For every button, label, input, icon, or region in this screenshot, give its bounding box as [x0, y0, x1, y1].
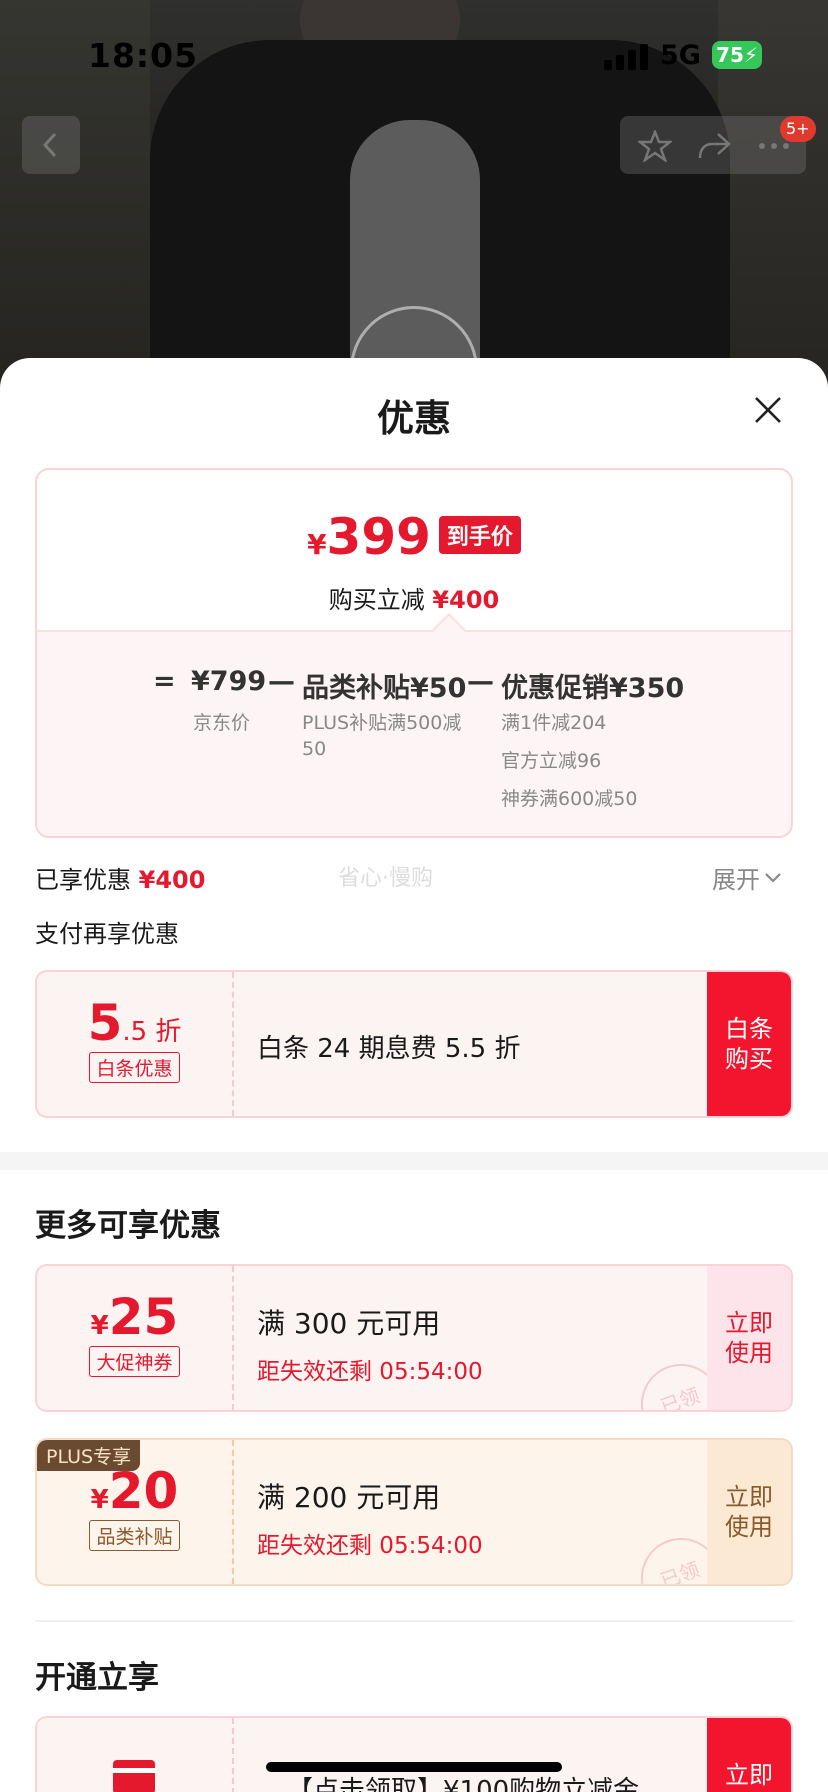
- instant-cut-label: 购买立减: [328, 586, 425, 614]
- open-benefits-title: 开通立享: [35, 1660, 159, 1696]
- instant-cut-amount: ¥400: [432, 586, 500, 614]
- baitiao-action-line1: 白条: [725, 1015, 773, 1043]
- final-price: ¥399 到手价: [37, 508, 791, 566]
- baitiao-buy-button[interactable]: 白条 购买: [707, 972, 791, 1116]
- subsidy-value: 品类补贴¥50: [302, 673, 467, 704]
- baitiao-discount-big: 5: [87, 994, 123, 1052]
- discount-sheet: 优惠 ¥399 到手价 购买立减 ¥400 = ¥799 — 品类补贴¥50 — …: [0, 358, 828, 1792]
- coupon-tag: 大促神券: [89, 1346, 180, 1377]
- use-action-line1: 立即: [725, 1483, 773, 1511]
- price-breakdown-card: ¥399 到手价 购买立减 ¥400 = ¥799 — 品类补贴¥50 — 优惠促…: [35, 468, 793, 838]
- open-offer-card: 【点击领取】¥100购物立减金 立即: [35, 1716, 793, 1792]
- watermark-text: 省心·慢购: [338, 866, 433, 891]
- sheet-title: 优惠: [377, 397, 451, 440]
- battery-level: 75: [716, 43, 744, 67]
- use-action-line2: 使用: [725, 1339, 773, 1367]
- network-label: 5G: [660, 40, 701, 71]
- coupon-card: ¥25 大促神券 满 300 元可用 距失效还剩 05:54:00 已领 立即 …: [35, 1264, 793, 1412]
- star-icon[interactable]: [638, 130, 672, 162]
- baitiao-offer: 5.5 折 白条优惠 白条 24 期息费 5.5 折 白条 购买: [35, 970, 793, 1118]
- plus-coupon-card: ¥20 品类补贴 PLUS专享 满 200 元可用 距失效还剩 05:54:00…: [35, 1438, 793, 1586]
- promo-detail-2: 官方立减96: [501, 750, 602, 772]
- jd-price-value: ¥799: [191, 666, 267, 697]
- baitiao-text: 白条 24 期息费 5.5 折: [257, 1034, 521, 1064]
- coupon-middle: 满 300 元可用 距失效还剩 05:54:00: [257, 1266, 701, 1410]
- coupon-condition: 满 300 元可用: [257, 1307, 441, 1340]
- more-offers-title: 更多可享优惠: [35, 1208, 221, 1244]
- share-icon[interactable]: [696, 130, 732, 162]
- coupon-currency: ¥: [90, 1311, 109, 1341]
- claim-action: 立即: [725, 1761, 773, 1789]
- baitiao-discount-small: .5 折: [122, 1017, 182, 1047]
- coupon-divider: [232, 972, 234, 1116]
- coupon-middle: 满 200 元可用 距失效还剩 05:54:00: [257, 1440, 701, 1584]
- nav-actions: [620, 116, 806, 174]
- expand-button[interactable]: 展开: [712, 860, 782, 895]
- back-button[interactable]: [22, 116, 80, 174]
- coupon-divider: [232, 1718, 234, 1792]
- baitiao-action-line2: 购买: [725, 1045, 773, 1073]
- baitiao-middle: 白条 24 期息费 5.5 折: [257, 972, 701, 1116]
- status-bar: 18:05 5G 75⚡: [0, 28, 828, 78]
- promo-value: 优惠促销¥350: [501, 673, 685, 704]
- enjoyed-amount: ¥400: [138, 866, 206, 894]
- pay-more-label: 支付再享优惠: [35, 920, 179, 948]
- section-gap: [0, 1152, 828, 1170]
- plus-exclusive-badge: PLUS专享: [37, 1440, 141, 1471]
- signal-icon: [604, 44, 648, 70]
- close-icon[interactable]: [752, 394, 784, 426]
- baitiao-left: 5.5 折 白条优惠: [37, 972, 232, 1116]
- enjoyed-discount: 已享优惠 ¥400: [35, 860, 205, 895]
- coupon-left: ¥25 大促神券: [37, 1266, 232, 1410]
- message-badge: 5+: [780, 116, 816, 142]
- coupon-amount: ¥25: [37, 1288, 232, 1346]
- minus-sign-2: —: [467, 666, 494, 697]
- status-time: 18:05: [88, 36, 199, 75]
- baitiao-tag: 白条优惠: [89, 1052, 180, 1083]
- battery-icon: 75⚡: [712, 41, 762, 69]
- use-coupon-button[interactable]: 立即 使用: [707, 1266, 791, 1410]
- chevron-down-icon: [765, 873, 781, 883]
- minus-sign: —: [268, 666, 295, 697]
- jd-price-label: 京东价: [193, 712, 251, 734]
- coupon-expiry: 距失效还剩 05:54:00: [257, 1359, 483, 1385]
- coupon-tag: 品类补贴: [89, 1520, 180, 1551]
- final-price-currency: ¥: [307, 528, 327, 561]
- coupon-divider: [232, 1440, 234, 1584]
- promo-detail-3: 神券满600减50: [501, 788, 638, 810]
- use-action-line1: 立即: [725, 1309, 773, 1337]
- home-indicator[interactable]: [266, 1762, 562, 1772]
- use-coupon-button[interactable]: 立即 使用: [707, 1440, 791, 1584]
- instant-cut: 购买立减 ¥400: [37, 580, 791, 615]
- final-price-value: 399: [326, 508, 431, 566]
- coupon-condition: 满 200 元可用: [257, 1481, 441, 1514]
- coupon-currency: ¥: [90, 1485, 109, 1515]
- credit-card-icon: [113, 1760, 155, 1792]
- promo-detail-1: 满1件减204: [501, 712, 607, 734]
- equals-sign: =: [153, 666, 176, 697]
- coupon-value: 25: [108, 1288, 179, 1346]
- open-offer-text: 【点击领取】¥100购物立减金: [287, 1776, 640, 1792]
- coupon-divider: [232, 1266, 234, 1410]
- expand-label: 展开: [712, 866, 760, 894]
- enjoyed-label: 已享优惠: [35, 866, 131, 894]
- use-action-line2: 使用: [725, 1513, 773, 1541]
- claim-button[interactable]: 立即: [707, 1718, 791, 1792]
- subsidy-detail: PLUS补贴满500减50: [302, 712, 462, 760]
- coupon-expiry: 距失效还剩 05:54:00: [257, 1533, 483, 1559]
- final-price-tag: 到手价: [438, 516, 521, 554]
- chevron-left-icon: [42, 132, 57, 158]
- divider: [35, 1620, 793, 1622]
